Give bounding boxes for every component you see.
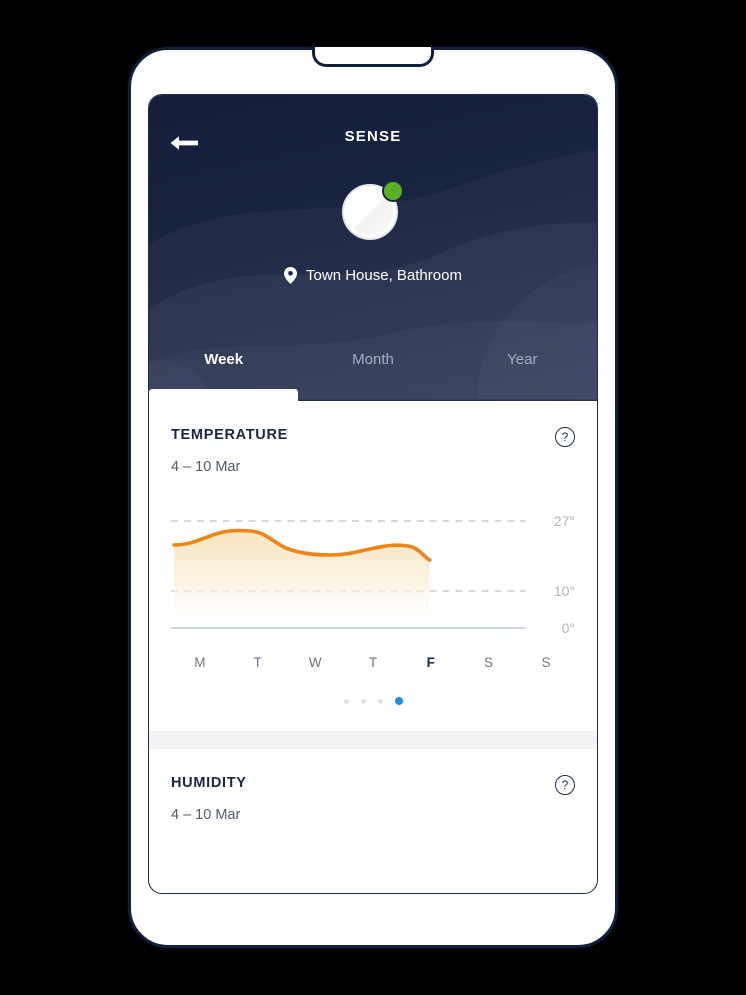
humidity-card-header: HUMIDITY ? — [171, 775, 575, 795]
tab-week[interactable]: Week — [149, 341, 299, 401]
device-location: Town House, Bathroom — [149, 267, 597, 284]
app-header: SENSE Town House, Bathroom Week Month Ye… — [149, 95, 597, 401]
humidity-date-range: 4 – 10 Mar — [171, 807, 241, 823]
pagination-dot-4[interactable] — [394, 697, 403, 705]
day-label-sun[interactable]: S — [517, 655, 575, 670]
day-axis: M T W T F S S — [171, 655, 575, 670]
temperature-card: TEMPERATURE ? 4 – 10 Mar 27° 10° 0° M T … — [149, 401, 597, 731]
tab-month-label: Month — [352, 351, 394, 368]
temperature-card-title: TEMPERATURE — [171, 427, 288, 443]
pagination-dot-2[interactable] — [360, 698, 366, 704]
pagination-dot-1[interactable] — [343, 698, 349, 704]
tab-year-label: Year — [507, 351, 538, 368]
help-circle-icon[interactable]: ? — [555, 775, 575, 795]
device-status-icon[interactable] — [342, 180, 404, 242]
tab-week-label: Week — [204, 351, 244, 368]
map-pin-icon — [284, 267, 298, 284]
day-label-fri[interactable]: F — [402, 655, 460, 670]
temperature-chart[interactable]: 27° 10° 0° — [171, 511, 575, 641]
tab-year[interactable]: Year — [448, 341, 597, 401]
carousel-pagination — [171, 670, 575, 731]
temperature-card-header: TEMPERATURE ? — [171, 427, 575, 447]
day-label-sat[interactable]: S — [460, 655, 518, 670]
day-label-thu[interactable]: T — [344, 655, 402, 670]
humidity-card-title: HUMIDITY — [171, 775, 247, 791]
status-dot-icon — [382, 180, 404, 202]
day-label-wed[interactable]: W — [286, 655, 344, 670]
tab-month[interactable]: Month — [298, 341, 447, 401]
pagination-dot-3[interactable] — [377, 698, 383, 704]
day-label-tue[interactable]: T — [229, 655, 287, 670]
phone-notch — [312, 47, 434, 67]
temperature-chart-svg — [171, 520, 526, 629]
page-title: SENSE — [344, 128, 402, 145]
app-screen: SENSE Town House, Bathroom Week Month Ye… — [148, 94, 598, 894]
location-label: Town House, Bathroom — [306, 267, 462, 284]
phone-frame: SENSE Town House, Bathroom Week Month Ye… — [128, 47, 618, 948]
help-circle-icon[interactable]: ? — [555, 427, 575, 447]
period-tabs: Week Month Year — [149, 341, 597, 401]
day-label-mon[interactable]: M — [171, 655, 229, 670]
temperature-date-range: 4 – 10 Mar — [171, 459, 241, 475]
humidity-card: HUMIDITY ? 4 – 10 Mar — [149, 749, 597, 869]
card-divider — [149, 731, 597, 749]
